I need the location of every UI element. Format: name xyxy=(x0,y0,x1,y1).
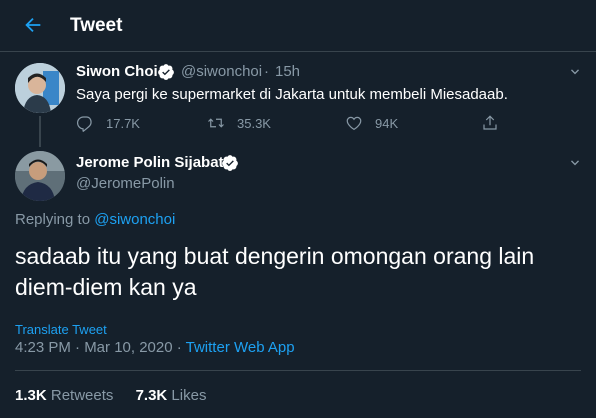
reply-button[interactable]: 17.7K xyxy=(76,113,140,133)
author-name[interactable]: Siwon Choi xyxy=(76,63,158,80)
author-handle: @JeromePolin xyxy=(76,175,175,192)
tweet-text: sadaab itu yang buat dengerin omongan or… xyxy=(15,241,575,303)
reply-count: 17.7K xyxy=(106,115,140,131)
chevron-down-icon[interactable] xyxy=(567,64,583,80)
retweets-stat[interactable]: 1.3K Retweets xyxy=(15,387,113,404)
tweet-meta: 4:23 PM · Mar 10, 2020 · Twitter Web App xyxy=(15,339,295,356)
tweet-timestamp[interactable]: 4:23 PM · Mar 10, 2020 · xyxy=(15,339,186,356)
tweet-stats: 1.3K Retweets 7.3K Likes xyxy=(15,387,224,404)
retweets-count: 1.3K xyxy=(15,387,47,404)
avatar[interactable] xyxy=(15,151,65,201)
tweet-text-line: diem-diem kan ya xyxy=(15,274,197,300)
share-icon xyxy=(483,115,497,130)
avatar[interactable] xyxy=(15,63,65,113)
likes-label: Likes xyxy=(171,387,207,404)
verified-badge-icon xyxy=(222,155,238,171)
separator-dot: · xyxy=(264,63,269,80)
retweet-icon xyxy=(208,118,224,128)
author-name[interactable]: Jerome Polin Sijabat xyxy=(76,154,224,171)
verified-badge-icon xyxy=(158,64,174,80)
replying-prefix: Replying to xyxy=(15,211,95,228)
replying-to-link[interactable]: @siwonchoi xyxy=(94,211,175,228)
chevron-down-icon[interactable] xyxy=(567,155,583,171)
tweet-text-line: sadaab itu yang buat dengerin omongan or… xyxy=(15,243,535,269)
retweets-label: Retweets xyxy=(50,387,114,404)
likes-stat[interactable]: 7.3K Likes xyxy=(136,387,207,404)
like-count: 94K xyxy=(375,115,399,131)
replying-to: Replying to @siwonchoi xyxy=(15,211,175,228)
header: Tweet xyxy=(0,0,596,52)
retweet-button[interactable]: 35.3K xyxy=(207,113,271,133)
page-title: Tweet xyxy=(70,15,123,36)
tweet-text: Saya pergi ke supermarket di Jakarta unt… xyxy=(76,86,508,103)
like-button[interactable]: 94K xyxy=(345,113,398,133)
retweet-count: 35.3K xyxy=(237,115,271,131)
thread-line xyxy=(39,116,41,147)
likes-count: 7.3K xyxy=(135,387,168,404)
reply-icon xyxy=(76,116,92,132)
divider xyxy=(15,370,581,371)
translate-tweet-link[interactable]: Translate Tweet xyxy=(15,322,107,337)
tweet-source-link[interactable]: Twitter Web App xyxy=(186,339,295,356)
author-handle: @siwonchoi xyxy=(181,63,263,80)
share-button[interactable] xyxy=(481,113,511,133)
tweet-time[interactable]: 15h xyxy=(275,63,300,80)
heart-icon xyxy=(346,116,362,131)
back-arrow-icon[interactable] xyxy=(22,14,44,36)
